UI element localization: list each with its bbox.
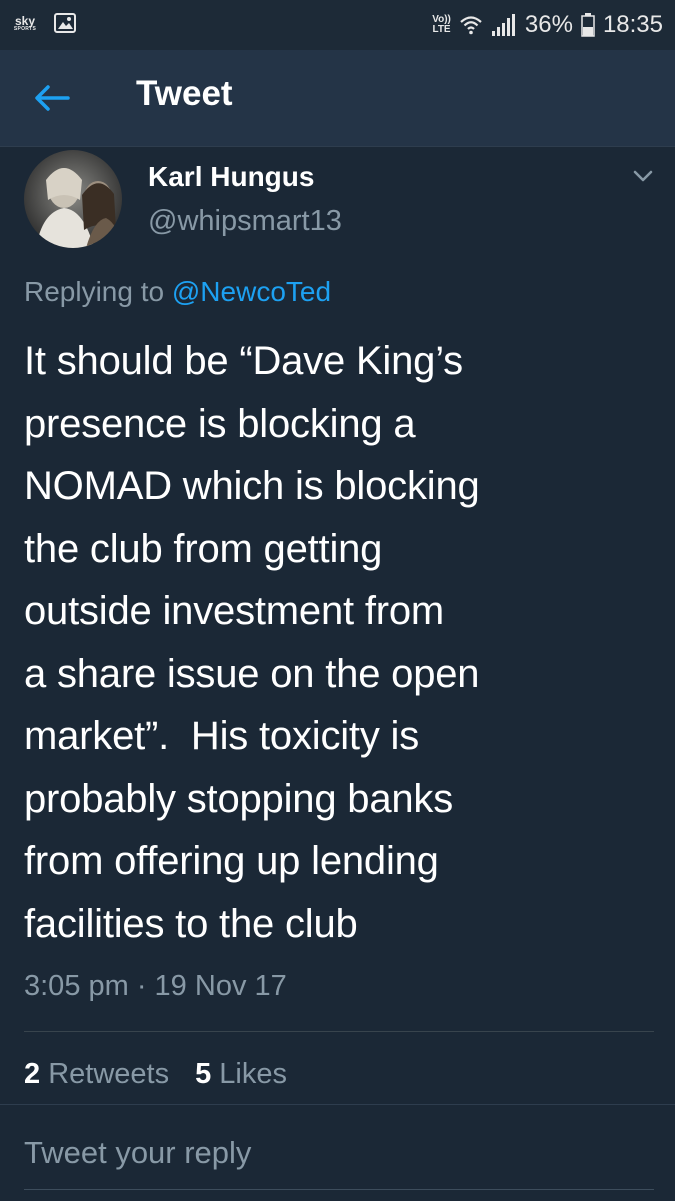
divider xyxy=(24,1031,654,1032)
status-time: 18:35 xyxy=(602,11,663,38)
reply-input-underline xyxy=(24,1189,654,1190)
page-title: Tweet xyxy=(136,74,233,113)
replying-to: Replying to @NewcoTed xyxy=(24,276,331,308)
likes-label: Likes xyxy=(219,1058,287,1090)
signal-icon xyxy=(491,14,515,36)
retweets-stat[interactable]: 2 Retweets xyxy=(24,1058,169,1091)
battery-icon xyxy=(581,13,595,37)
volte-bottom-text: LTE xyxy=(432,24,451,35)
tweet-text: It should be “Dave King’s presence is bl… xyxy=(24,339,480,946)
sky-logo-text: sky xyxy=(14,13,36,28)
status-bar: sky SPORTS Vo)) LTE 36% 18:35 xyxy=(0,0,675,50)
retweets-label: Retweets xyxy=(48,1058,170,1090)
retweets-count: 2 xyxy=(24,1058,41,1090)
author-name[interactable]: Karl Hungus xyxy=(148,161,314,193)
status-bar-right: Vo)) LTE 36% 18:35 xyxy=(432,8,663,42)
volte-indicator: Vo)) LTE xyxy=(432,14,451,36)
replying-to-handle[interactable]: @NewcoTed xyxy=(172,276,331,307)
author-handle[interactable]: @whipsmart13 xyxy=(148,205,342,238)
gallery-icon xyxy=(54,13,76,33)
wifi-icon xyxy=(460,16,482,35)
avatar-photo xyxy=(24,150,122,248)
replying-prefix: Replying to xyxy=(24,276,172,307)
status-bar-left: sky SPORTS xyxy=(10,10,76,36)
likes-count: 5 xyxy=(195,1058,212,1090)
chevron-down-icon xyxy=(633,170,653,182)
tweet-stats: 2 Retweets 5 Likes xyxy=(24,1058,287,1091)
sky-sports-icon: sky SPORTS xyxy=(10,10,40,36)
tweet-timestamp: 3:05 pm · 19 Nov 17 xyxy=(24,970,287,1002)
reply-input[interactable]: Tweet your reply xyxy=(24,1135,251,1171)
more-options-button[interactable] xyxy=(628,164,658,188)
reply-bar: Tweet your reply xyxy=(0,1104,675,1201)
likes-stat[interactable]: 5 Likes xyxy=(195,1058,287,1091)
battery-percent: 36% xyxy=(524,11,573,38)
app-header: Tweet xyxy=(0,50,675,147)
arrow-left-icon xyxy=(35,85,70,111)
avatar[interactable] xyxy=(24,150,122,248)
sky-logo-subtext: SPORTS xyxy=(13,25,37,32)
back-button[interactable] xyxy=(30,80,74,116)
